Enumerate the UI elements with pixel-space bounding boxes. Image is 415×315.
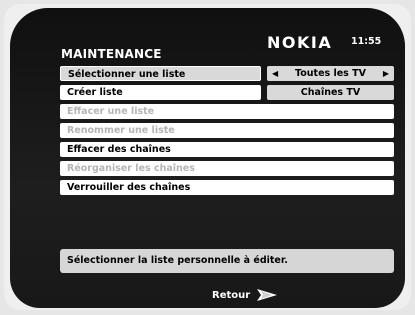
list-selector-value: Toutes les TV bbox=[295, 68, 366, 79]
menu-item-lock-channels[interactable]: Verrouiller des chaînes bbox=[60, 180, 394, 195]
back-label: Retour bbox=[212, 289, 251, 301]
help-text: Sélectionner la liste personnelle à édit… bbox=[60, 249, 394, 273]
list-option[interactable]: Chaînes TV bbox=[267, 85, 394, 100]
clock: 11:55 bbox=[351, 36, 382, 47]
tv-screen: MAINTENANCE NOKIA 11:55 Sélectionner une… bbox=[10, 8, 405, 308]
menu-item-delete-list: Effacer une liste bbox=[60, 104, 394, 119]
menu-item-create-list[interactable]: Créer liste bbox=[60, 85, 261, 100]
brand-logo: NOKIA bbox=[267, 33, 333, 52]
list-selector[interactable]: ◀ Toutes les TV ▶ bbox=[267, 66, 394, 81]
page-title: MAINTENANCE bbox=[61, 47, 162, 61]
back-button[interactable]: Retour bbox=[212, 286, 278, 304]
menu-item-rename-list: Renommer une liste bbox=[60, 123, 394, 138]
arrow-right-icon[interactable]: ▶ bbox=[383, 66, 389, 81]
menu-item-select-list[interactable]: Sélectionner une liste bbox=[60, 66, 261, 81]
menu-item-reorder-channels: Réorganiser les chaînes bbox=[60, 161, 394, 176]
arrow-left-icon[interactable]: ◀ bbox=[272, 66, 278, 81]
menu-item-delete-channels[interactable]: Effacer des chaînes bbox=[60, 142, 394, 157]
arrow-right-icon[interactable] bbox=[256, 287, 278, 303]
